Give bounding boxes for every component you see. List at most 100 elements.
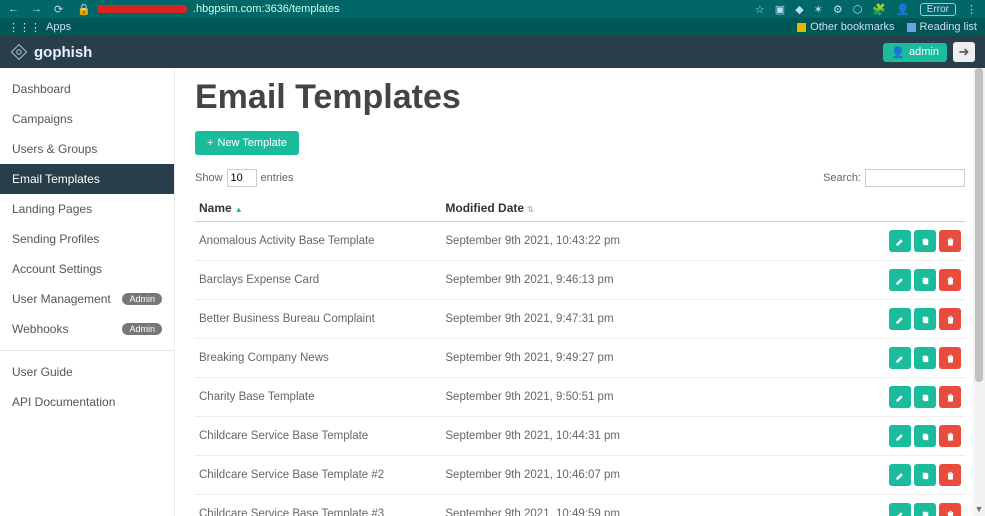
sidebar-item-dashboard[interactable]: Dashboard bbox=[0, 74, 174, 104]
delete-button[interactable] bbox=[939, 386, 961, 408]
edit-button[interactable] bbox=[889, 269, 911, 291]
sidebar-item-api-documentation[interactable]: API Documentation bbox=[0, 387, 174, 417]
ext-icon-4[interactable]: ⚙ bbox=[833, 3, 843, 16]
copy-button[interactable] bbox=[914, 269, 936, 291]
edit-button[interactable] bbox=[889, 425, 911, 447]
ext-icon-5[interactable]: ⬡ bbox=[853, 3, 863, 16]
sidebar-item-sending-profiles[interactable]: Sending Profiles bbox=[0, 224, 174, 254]
table-row: Childcare Service Base Template #2Septem… bbox=[195, 456, 965, 495]
copy-icon bbox=[920, 392, 931, 403]
copy-icon bbox=[920, 275, 931, 286]
sidebar-item-campaigns[interactable]: Campaigns bbox=[0, 104, 174, 134]
edit-button[interactable] bbox=[889, 503, 911, 516]
ext-icon-3[interactable]: ✶ bbox=[814, 3, 823, 16]
extensions-puzzle-icon[interactable]: 🧩 bbox=[872, 3, 886, 16]
delete-button[interactable] bbox=[939, 269, 961, 291]
trash-icon bbox=[945, 275, 956, 286]
app-header: gophish 👤 admin ➜ bbox=[0, 36, 985, 68]
table-row: Breaking Company NewsSeptember 9th 2021,… bbox=[195, 339, 965, 378]
sidebar-item-label: Dashboard bbox=[12, 82, 71, 96]
delete-button[interactable] bbox=[939, 230, 961, 252]
trash-icon bbox=[945, 392, 956, 403]
copy-button[interactable] bbox=[914, 308, 936, 330]
sidebar-item-label: User Management bbox=[12, 292, 111, 306]
reading-list[interactable]: Reading list bbox=[907, 21, 977, 33]
edit-button[interactable] bbox=[889, 347, 911, 369]
copy-button[interactable] bbox=[914, 230, 936, 252]
table-controls: Show entries Search: bbox=[195, 169, 965, 187]
back-icon[interactable]: ← bbox=[8, 3, 19, 15]
col-header-name[interactable]: Name▲ bbox=[195, 195, 441, 222]
sidebar-item-email-templates[interactable]: Email Templates bbox=[0, 164, 174, 194]
scroll-down-icon[interactable]: ▼ bbox=[973, 504, 985, 514]
col-modified-label: Modified Date bbox=[445, 201, 524, 215]
apps-shortcut[interactable]: ⋮⋮⋮ Apps bbox=[8, 21, 71, 34]
error-badge[interactable]: Error bbox=[920, 3, 956, 16]
copy-button[interactable] bbox=[914, 347, 936, 369]
edit-button[interactable] bbox=[889, 230, 911, 252]
trash-icon bbox=[945, 236, 956, 247]
templates-table: Name▲ Modified Date⇅ Anomalous Activity … bbox=[195, 195, 965, 516]
delete-button[interactable] bbox=[939, 425, 961, 447]
copy-icon bbox=[920, 509, 931, 516]
table-row: Charity Base TemplateSeptember 9th 2021,… bbox=[195, 378, 965, 417]
reload-icon[interactable]: ⟳ bbox=[54, 3, 63, 16]
search-input[interactable] bbox=[865, 169, 965, 187]
copy-button[interactable] bbox=[914, 464, 936, 486]
browser-toolbar: ← → ⟳ 🔒 .hbgpsim.com:3636/templates ☆ ▣ … bbox=[0, 0, 985, 18]
delete-button[interactable] bbox=[939, 503, 961, 516]
sidebar-item-label: Campaigns bbox=[12, 112, 73, 126]
vertical-scrollbar[interactable]: ▼ bbox=[973, 68, 985, 516]
copy-icon bbox=[920, 431, 931, 442]
edit-button[interactable] bbox=[889, 464, 911, 486]
cell-name: Anomalous Activity Base Template bbox=[195, 222, 441, 261]
delete-button[interactable] bbox=[939, 464, 961, 486]
address-bar[interactable]: 🔒 .hbgpsim.com:3636/templates bbox=[77, 3, 755, 16]
edit-button[interactable] bbox=[889, 308, 911, 330]
table-row: Better Business Bureau ComplaintSeptembe… bbox=[195, 300, 965, 339]
scrollbar-thumb[interactable] bbox=[975, 68, 983, 382]
table-row: Childcare Service Base TemplateSeptember… bbox=[195, 417, 965, 456]
copy-button[interactable] bbox=[914, 386, 936, 408]
app-logo[interactable]: gophish bbox=[10, 43, 92, 61]
ext-icon-1[interactable]: ▣ bbox=[775, 3, 785, 16]
cell-modified: September 9th 2021, 9:49:27 pm bbox=[441, 339, 811, 378]
edit-button[interactable] bbox=[889, 386, 911, 408]
new-template-button[interactable]: + New Template bbox=[195, 131, 299, 155]
cell-name: Charity Base Template bbox=[195, 378, 441, 417]
bookmark-star-icon[interactable]: ☆ bbox=[755, 3, 765, 16]
sidebar-item-account-settings[interactable]: Account Settings bbox=[0, 254, 174, 284]
other-bookmarks[interactable]: Other bookmarks bbox=[797, 21, 894, 33]
admin-user-button[interactable]: 👤 admin bbox=[883, 43, 947, 62]
admin-badge: Admin bbox=[122, 293, 162, 305]
sidebar-item-label: API Documentation bbox=[12, 395, 115, 409]
profile-avatar-icon[interactable]: 👤 bbox=[896, 3, 910, 16]
ext-icon-2[interactable]: ◆ bbox=[795, 3, 803, 16]
page-length-input[interactable] bbox=[227, 169, 257, 187]
col-header-modified[interactable]: Modified Date⇅ bbox=[441, 195, 811, 222]
menu-dots-icon[interactable]: ⋮ bbox=[966, 3, 977, 16]
pencil-icon bbox=[895, 275, 906, 286]
sidebar-item-landing-pages[interactable]: Landing Pages bbox=[0, 194, 174, 224]
sidebar-item-label: Email Templates bbox=[12, 172, 100, 186]
url-redacted bbox=[97, 5, 187, 13]
logout-button[interactable]: ➜ bbox=[953, 42, 975, 62]
delete-button[interactable] bbox=[939, 308, 961, 330]
sidebar-item-user-guide[interactable]: User Guide bbox=[0, 357, 174, 387]
delete-button[interactable] bbox=[939, 347, 961, 369]
forward-icon[interactable]: → bbox=[31, 3, 42, 15]
content-area: Email Templates + New Template Show entr… bbox=[175, 68, 985, 516]
cell-name: Childcare Service Base Template #2 bbox=[195, 456, 441, 495]
apps-grid-icon: ⋮⋮⋮ bbox=[8, 21, 41, 34]
sidebar-item-webhooks[interactable]: WebhooksAdmin bbox=[0, 314, 174, 344]
copy-button[interactable] bbox=[914, 425, 936, 447]
app-logo-text: gophish bbox=[34, 44, 92, 61]
bookmarks-bar: ⋮⋮⋮ Apps Other bookmarks Reading list bbox=[0, 18, 985, 36]
copy-icon bbox=[920, 314, 931, 325]
reading-list-icon bbox=[907, 23, 916, 32]
search-label: Search: bbox=[823, 172, 861, 184]
cell-name: Better Business Bureau Complaint bbox=[195, 300, 441, 339]
sidebar-item-users-groups[interactable]: Users & Groups bbox=[0, 134, 174, 164]
sidebar-item-user-management[interactable]: User Management Admin bbox=[0, 284, 174, 314]
copy-button[interactable] bbox=[914, 503, 936, 516]
